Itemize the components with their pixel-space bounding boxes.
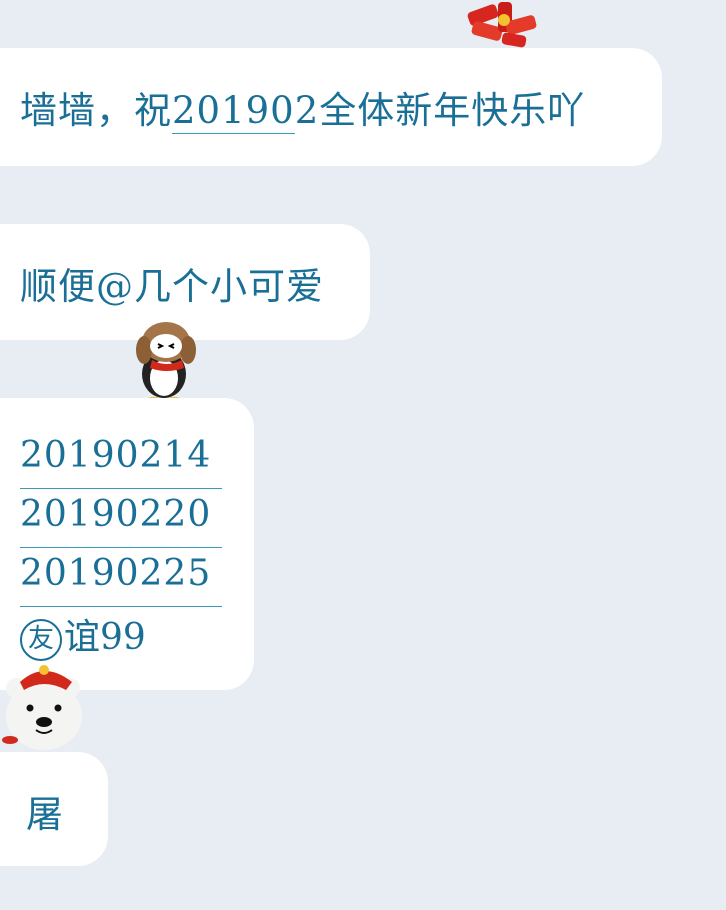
- firecracker-sticker: [462, 0, 546, 52]
- date-link[interactable]: 20190225: [20, 548, 222, 607]
- message-text-prefix: 墙墙，祝: [20, 89, 172, 132]
- penguin-sticker: [124, 320, 206, 404]
- date-link[interactable]: 20190220: [20, 489, 222, 548]
- message-text: 友谊99: [20, 608, 146, 661]
- date-link[interactable]: 20190: [172, 89, 295, 134]
- date-list: 20190214 20190220 20190225: [20, 430, 222, 607]
- message-text: 墙墙，祝201902全体新年快乐吖: [20, 80, 585, 134]
- message-text: 屠: [26, 793, 64, 836]
- message-text-rest: 谊99: [64, 617, 146, 658]
- message-text: 顺便@几个小可爱: [20, 265, 324, 308]
- polar-bear-sticker: [0, 664, 88, 756]
- message-text-suffix: 2全体新年快乐吖: [294, 89, 586, 132]
- date-link[interactable]: 20190214: [20, 430, 222, 489]
- circled-character: 友: [20, 619, 62, 661]
